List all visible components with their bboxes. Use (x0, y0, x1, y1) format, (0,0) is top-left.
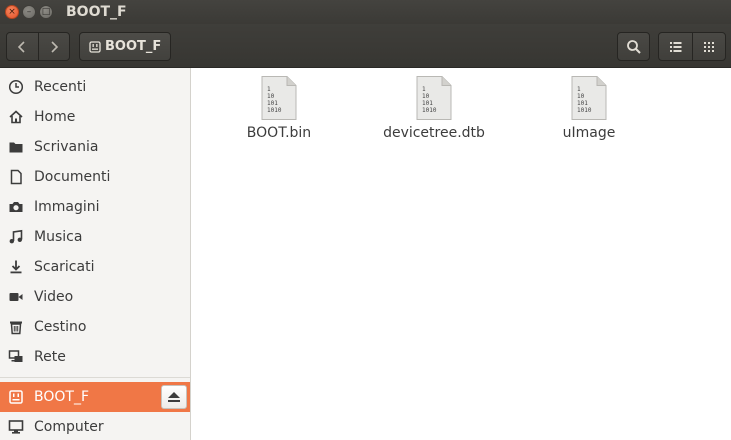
sidebar-item-documenti[interactable]: Documenti (0, 162, 190, 192)
sidebar-item-computer[interactable]: Computer (0, 412, 190, 440)
navigation-buttons (6, 32, 70, 61)
list-view-button[interactable] (659, 33, 692, 60)
header-bar: BOOT_F (0, 24, 731, 68)
sidebar-item-boot-f[interactable]: BOOT_F (0, 382, 190, 412)
maximize-window-button[interactable]: □ (39, 5, 53, 19)
eject-icon (168, 392, 180, 402)
binary-file-icon: 1 10 101 1010 (416, 76, 452, 120)
sidebar-item-rete[interactable]: Rete (0, 342, 190, 372)
sidebar-item-video[interactable]: Video (0, 282, 190, 312)
file-name: BOOT.bin (246, 125, 312, 141)
clock-icon (7, 78, 25, 96)
sidebar-item-cestino[interactable]: Cestino (0, 312, 190, 342)
computer-icon (7, 418, 25, 436)
sidebar-item-label: Scaricati (34, 259, 95, 275)
file-name: uImage (562, 125, 616, 141)
document-icon (7, 168, 25, 186)
folder-icon (7, 138, 25, 156)
sidebar-item-home[interactable]: Home (0, 102, 190, 132)
sidebar-item-label: Rete (34, 349, 66, 365)
back-button[interactable] (7, 33, 38, 60)
network-icon (7, 348, 25, 366)
eject-button[interactable] (161, 385, 187, 409)
sidebar-item-label: Video (34, 289, 74, 305)
sidebar-item-immagini[interactable]: Immagini (0, 192, 190, 222)
binary-lines: 1 10 101 1010 (577, 86, 592, 114)
binary-lines: 1 10 101 1010 (267, 86, 282, 114)
music-icon (7, 228, 25, 246)
title-bar: × – □ BOOT_F (0, 0, 731, 24)
sidebar-item-label: Cestino (34, 319, 87, 335)
drive-icon (7, 388, 25, 406)
search-button[interactable] (617, 32, 650, 61)
forward-button[interactable] (37, 33, 69, 60)
path-bar-label: BOOT_F (105, 39, 162, 54)
sidebar-item-label: Documenti (34, 169, 111, 185)
chevron-right-icon (51, 40, 59, 53)
home-icon (7, 108, 25, 126)
file-view: 1 10 101 1010 BOOT.bin 1 10 101 1010 devicetre… (196, 68, 731, 440)
file-item-devicetree-dtb[interactable]: 1 10 101 1010 devicetree.dtb (359, 76, 509, 141)
file-item-uimage[interactable]: 1 10 101 1010 uImage (514, 76, 664, 141)
sidebar-item-recenti[interactable]: Recenti (0, 72, 190, 102)
sidebar-item-label: Immagini (34, 199, 100, 215)
path-bar-button[interactable]: BOOT_F (79, 32, 171, 61)
grid-view-icon (704, 41, 714, 52)
download-icon (7, 258, 25, 276)
sidebar-item-label: BOOT_F (34, 389, 90, 405)
sidebar-item-scaricati[interactable]: Scaricati (0, 252, 190, 282)
sidebar-item-scrivania[interactable]: Scrivania (0, 132, 190, 162)
sidebar-item-label: Computer (34, 419, 104, 435)
chevron-left-icon (18, 40, 26, 53)
drive-icon (89, 40, 101, 53)
binary-file-icon: 1 10 101 1010 (261, 76, 297, 120)
binary-lines: 1 10 101 1010 (422, 86, 437, 114)
sidebar-item-musica[interactable]: Musica (0, 222, 190, 252)
search-icon (626, 39, 641, 54)
view-mode-buttons (658, 32, 726, 61)
sidebar-item-label: Home (34, 109, 76, 125)
window-title: BOOT_F (66, 4, 127, 20)
sidebar-item-label: Musica (34, 229, 83, 245)
file-item-boot-bin[interactable]: 1 10 101 1010 BOOT.bin (204, 76, 354, 141)
file-manager-window: × – □ BOOT_F BOOT_F Recenti Home Scrivan… (0, 0, 731, 440)
list-view-icon (669, 41, 681, 52)
sidebar-item-label: Scrivania (34, 139, 99, 155)
file-name: devicetree.dtb (383, 125, 485, 141)
close-window-button[interactable]: × (5, 5, 19, 19)
sidebar-separator (0, 377, 190, 378)
grid-view-button[interactable] (692, 33, 725, 60)
sidebar: Recenti Home Scrivania Documenti Immagin… (0, 68, 191, 440)
minimize-window-button[interactable]: – (22, 5, 36, 19)
video-icon (7, 288, 25, 306)
camera-icon (7, 198, 25, 216)
trash-icon (7, 318, 25, 336)
sidebar-item-label: Recenti (34, 79, 87, 95)
binary-file-icon: 1 10 101 1010 (571, 76, 607, 120)
